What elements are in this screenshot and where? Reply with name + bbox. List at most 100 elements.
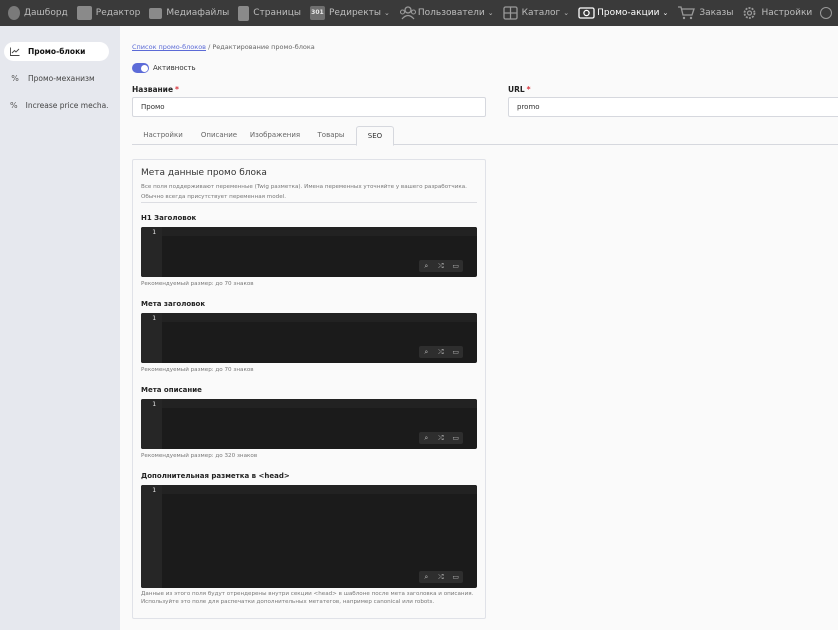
search-icon[interactable]: ⌕ (422, 348, 431, 357)
shuffle-icon[interactable]: ⤮ (436, 348, 445, 357)
nav-settings[interactable]: Настройки (742, 0, 812, 26)
redirect-301-icon: 301 (309, 6, 325, 20)
nav-pages[interactable]: Страницы (238, 0, 301, 26)
line-number: 1 (152, 228, 156, 236)
top-navigation: Дашборд Редактор Медиафайлы Страницы 301… (0, 0, 838, 26)
required-mark: * (175, 85, 179, 94)
settings-cog-icon[interactable] (820, 7, 832, 19)
cart-icon (677, 6, 696, 20)
editor-active-line (162, 485, 477, 494)
shuffle-icon[interactable]: ⤮ (436, 573, 445, 582)
chevron-down-icon: ⌄ (384, 9, 390, 17)
description-line: Обычно всегда присутствует переменная mo… (141, 194, 286, 200)
catalog-icon (502, 6, 518, 20)
image-editor-icon (76, 6, 92, 20)
editor-active-line (162, 313, 477, 322)
nav-label: Медиафайлы (166, 8, 230, 18)
meta-title-code-editor[interactable]: 1 ⌕ ⤮ ▭ (141, 313, 477, 363)
sidebar-item-label: Промо-блоки (28, 47, 86, 56)
media-icon (149, 7, 163, 19)
editor-toolbar: ⌕ ⤮ ▭ (419, 432, 463, 444)
activity-toggle-row: Активность (132, 63, 196, 73)
url-label-text: URL (508, 85, 525, 94)
meta-description-code-editor[interactable]: 1 ⌕ ⤮ ▭ (141, 399, 477, 449)
nav-media[interactable]: Медиафайлы (149, 0, 229, 26)
seo-panel-title: Мета данные промо блока (141, 168, 267, 178)
meta-title-hint: Рекомендуемый размер: до 70 знаков (141, 367, 254, 373)
meta-description-hint: Рекомендуемый размер: до 320 знаков (141, 453, 258, 459)
divider (141, 202, 477, 203)
line-number: 1 (152, 400, 156, 408)
search-icon[interactable]: ⌕ (422, 434, 431, 443)
tab-description[interactable]: Описание (194, 126, 244, 145)
chevron-down-icon: ⌄ (662, 9, 669, 17)
users-icon (399, 6, 416, 20)
description-line: Все поля поддерживают переменные (Twig р… (141, 184, 467, 190)
fullscreen-icon[interactable]: ▭ (451, 348, 460, 357)
shuffle-icon[interactable]: ⤮ (436, 434, 445, 443)
nav-promo[interactable]: Промо-акции ⌄ (578, 0, 668, 26)
h1-hint: Рекомендуемый размер: до 70 знаков (141, 281, 254, 287)
line-number: 1 (152, 314, 156, 322)
activity-toggle[interactable] (132, 63, 149, 73)
meta-description-label: Мета описание (141, 386, 202, 394)
line-number: 1 (152, 486, 156, 494)
editor-gutter (141, 485, 162, 588)
sidebar: Промо-блоки % Промо-механизм % Increase … (0, 26, 120, 630)
nav-label: Редиректы (328, 8, 382, 18)
nav-users[interactable]: Пользователи ⌄ (399, 0, 494, 26)
breadcrumb-link[interactable]: Список промо-блоков (132, 43, 206, 51)
chevron-down-icon: ⌄ (487, 9, 494, 17)
fullscreen-icon[interactable]: ▭ (451, 573, 460, 582)
meta-title-label: Мета заголовок (141, 300, 206, 308)
main-content: Список промо-блоков / Редактирование про… (120, 26, 838, 630)
nav-label: Редактор (95, 8, 141, 18)
pages-icon (238, 5, 250, 21)
nav-label: Дашборд (24, 8, 68, 18)
percent-icon: % (10, 101, 18, 110)
editor-active-line (162, 399, 477, 408)
h1-label: H1 Заголовок (141, 214, 197, 222)
nav-editor[interactable]: Редактор (76, 0, 141, 26)
nav-label: Пользователи (417, 8, 485, 18)
breadcrumb-current: Редактирование промо-блока (212, 43, 315, 51)
name-input[interactable]: Промо (132, 97, 486, 117)
activity-label: Активность (153, 64, 196, 72)
nav-label: Страницы (253, 8, 301, 18)
tab-seo[interactable]: SEO (356, 126, 394, 146)
sidebar-item-promo-blocks[interactable]: Промо-блоки (4, 42, 109, 61)
editor-toolbar: ⌕ ⤮ ▭ (419, 346, 463, 358)
shuffle-icon[interactable]: ⤮ (436, 262, 445, 271)
gear-icon (742, 6, 757, 20)
nav-catalog[interactable]: Каталог ⌄ (502, 0, 570, 26)
hint-line: Используйте это поле для распечатки допо… (141, 599, 435, 605)
required-mark: * (526, 85, 531, 94)
nav-label: Заказы (699, 8, 734, 18)
nav-dashboard[interactable]: Дашборд (8, 0, 68, 26)
breadcrumb: Список промо-блоков / Редактирование про… (132, 43, 315, 51)
tab-images[interactable]: Изображения (244, 126, 306, 145)
url-input[interactable]: promo (508, 97, 838, 117)
fullscreen-icon[interactable]: ▭ (451, 262, 460, 271)
h1-code-editor[interactable]: 1 ⌕ ⤮ ▭ (141, 227, 477, 277)
chevron-down-icon: ⌄ (563, 9, 570, 17)
name-label-text: Название (132, 85, 174, 94)
name-label: Название * (132, 85, 179, 94)
percent-icon: % (11, 74, 19, 83)
sidebar-item-increase-price[interactable]: % Increase price mecha... (4, 96, 108, 115)
search-icon[interactable]: ⌕ (422, 573, 431, 582)
fullscreen-icon[interactable]: ▭ (451, 434, 460, 443)
search-icon[interactable]: ⌕ (422, 262, 431, 271)
head-markup-code-editor[interactable]: 1 ⌕ ⤮ ▭ (141, 485, 477, 588)
nav-orders[interactable]: Заказы (677, 0, 733, 26)
seo-panel-description: Все поля поддерживают переменные (Twig р… (141, 182, 471, 202)
sidebar-item-promo-mechanism[interactable]: % Промо-механизм (4, 69, 108, 88)
nav-redirects[interactable]: 301 Редиректы ⌄ (309, 0, 390, 26)
tab-products[interactable]: Товары (306, 126, 356, 145)
editor-active-line (162, 227, 477, 236)
editor-toolbar: ⌕ ⤮ ▭ (419, 260, 463, 272)
tab-settings[interactable]: Настройки (132, 126, 194, 145)
url-label: URL * (508, 85, 531, 94)
promo-icon (578, 6, 595, 20)
hint-line: Данные из этого поля будут отрендерены в… (141, 591, 474, 597)
